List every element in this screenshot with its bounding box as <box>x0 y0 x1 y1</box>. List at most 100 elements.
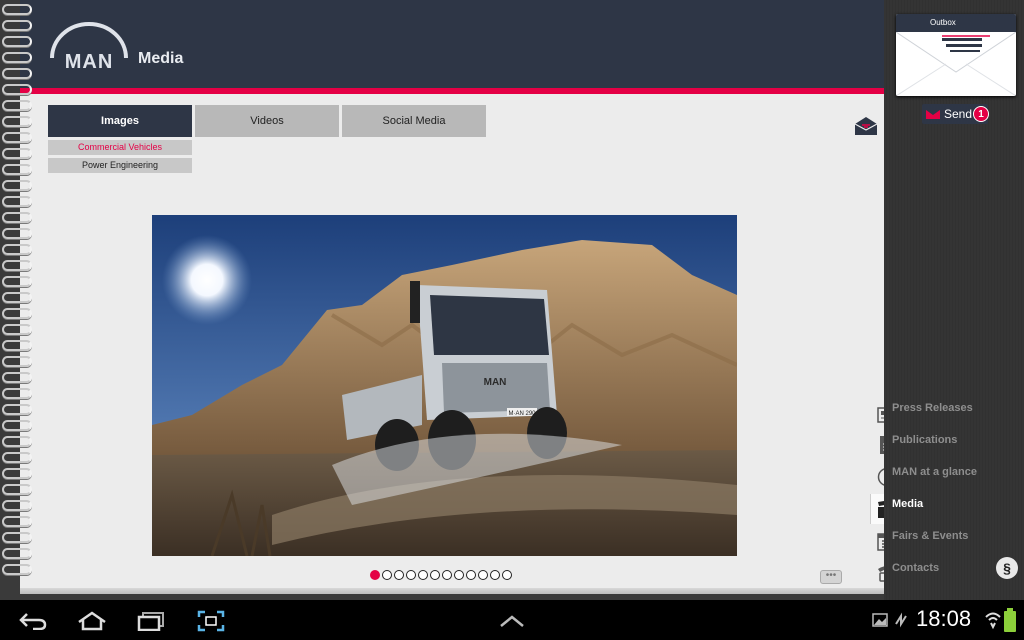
binding-ring <box>2 564 32 575</box>
content-page: MAN Media Images Videos Social Media Com… <box>20 0 884 594</box>
binding-ring <box>2 308 32 319</box>
man-logo: MAN <box>50 22 128 72</box>
binding-ring <box>2 212 32 223</box>
nav-contacts[interactable] <box>870 558 884 588</box>
page-dot[interactable] <box>370 570 380 580</box>
nav-man-at-a-glance[interactable] <box>870 462 884 492</box>
page-dot[interactable] <box>478 570 488 580</box>
binding-ring <box>2 180 32 191</box>
envelope-icon <box>896 32 1016 96</box>
recent-apps-icon <box>137 612 164 631</box>
page-dot[interactable] <box>382 570 392 580</box>
binding-ring <box>2 228 32 239</box>
binding-ring <box>2 324 32 335</box>
pagination-dots <box>370 570 512 582</box>
page-dot[interactable] <box>406 570 416 580</box>
binding-ring <box>2 340 32 351</box>
binding-ring <box>2 452 32 463</box>
clapper-icon <box>877 500 884 518</box>
menu-item-fairs-events[interactable]: Fairs & Events <box>892 523 1022 549</box>
binding-ring <box>2 196 32 207</box>
menu-item-publications[interactable]: Publications <box>892 427 1022 453</box>
binding-ring <box>2 100 32 111</box>
binding-ring <box>2 436 32 447</box>
outbox-card[interactable]: Outbox <box>896 14 1016 96</box>
menu-item-media[interactable]: Media <box>892 491 1022 517</box>
nav-media[interactable] <box>870 494 884 524</box>
send-label: Send <box>944 107 973 121</box>
back-icon <box>19 613 47 630</box>
binding-ring <box>2 484 32 495</box>
legal-icon[interactable]: § <box>996 557 1018 579</box>
outbox-title: Outbox <box>896 14 1016 32</box>
more-button[interactable]: ••• <box>820 570 842 584</box>
binding-ring <box>2 404 32 415</box>
binding-ring <box>2 292 32 303</box>
gallery-notification-icon[interactable] <box>872 612 888 628</box>
page-dot[interactable] <box>454 570 464 580</box>
screenshot-button[interactable] <box>196 608 226 634</box>
binding-ring <box>2 52 32 63</box>
binding-ring <box>2 516 32 527</box>
binding-ring <box>2 372 32 383</box>
sync-icon <box>895 612 907 628</box>
binding-ring <box>2 4 32 15</box>
page-dot[interactable] <box>418 570 428 580</box>
notebook: MAN Media Images Videos Social Media Com… <box>0 0 884 600</box>
binding-ring <box>2 164 32 175</box>
svg-text:MAN: MAN <box>65 51 114 72</box>
binding-ring <box>2 84 32 95</box>
tab-videos[interactable]: Videos <box>195 105 339 137</box>
menu-item-man-at-a-glance[interactable]: MAN at a glance <box>892 459 1022 485</box>
menu-item-press-releases[interactable]: Press Releases <box>892 395 1022 421</box>
binding-ring <box>2 244 32 255</box>
binding-ring <box>2 356 32 367</box>
nav-press-releases[interactable] <box>870 400 884 430</box>
mail-icon[interactable] <box>854 116 878 136</box>
page-dot[interactable] <box>490 570 500 580</box>
wifi-icon <box>985 612 1001 630</box>
back-button[interactable] <box>18 608 48 634</box>
page-dot[interactable] <box>502 570 512 580</box>
battery-icon <box>1004 608 1016 632</box>
page-dot[interactable] <box>442 570 452 580</box>
tab-social-media[interactable]: Social Media <box>342 105 486 137</box>
press-icon <box>877 407 884 423</box>
subtab-commercial-vehicles[interactable]: Commercial Vehicles <box>48 140 192 155</box>
gallery-photo[interactable]: MAN M·AN 290 <box>152 215 737 556</box>
binding-ring <box>2 132 32 143</box>
home-icon <box>78 611 106 631</box>
svg-text:MAN: MAN <box>484 377 507 388</box>
binding-ring <box>2 148 32 159</box>
nav-fairs-events[interactable] <box>870 526 884 556</box>
binding-ring <box>2 548 32 559</box>
page-edge <box>20 588 884 594</box>
binding-ring <box>2 276 32 287</box>
header-bar: MAN Media <box>20 0 884 88</box>
binding-ring <box>2 388 32 399</box>
recent-apps-button[interactable] <box>136 608 166 634</box>
page-dot[interactable] <box>430 570 440 580</box>
page-dot[interactable] <box>394 570 404 580</box>
info-icon <box>877 468 884 486</box>
binding-ring <box>2 420 32 431</box>
tab-images[interactable]: Images <box>48 105 192 137</box>
status-clock: 18:08 <box>916 606 972 631</box>
nav-publications[interactable] <box>870 430 884 460</box>
screenshot-icon <box>197 610 225 632</box>
spiral-binding <box>0 4 34 590</box>
binding-ring <box>2 20 32 31</box>
header-accent-stripe <box>20 88 884 94</box>
app-menu-button[interactable] <box>498 608 526 634</box>
subtab-power-engineering[interactable]: Power Engineering <box>48 158 192 173</box>
binding-ring <box>2 116 32 127</box>
binding-ring <box>2 468 32 479</box>
binding-ring <box>2 532 32 543</box>
calendar-icon <box>877 533 884 551</box>
phone-icon <box>878 566 884 582</box>
page-dot[interactable] <box>466 570 476 580</box>
home-button[interactable] <box>76 608 108 634</box>
binding-ring <box>2 36 32 47</box>
send-count-badge: 1 <box>973 106 989 122</box>
binding-ring <box>2 260 32 271</box>
